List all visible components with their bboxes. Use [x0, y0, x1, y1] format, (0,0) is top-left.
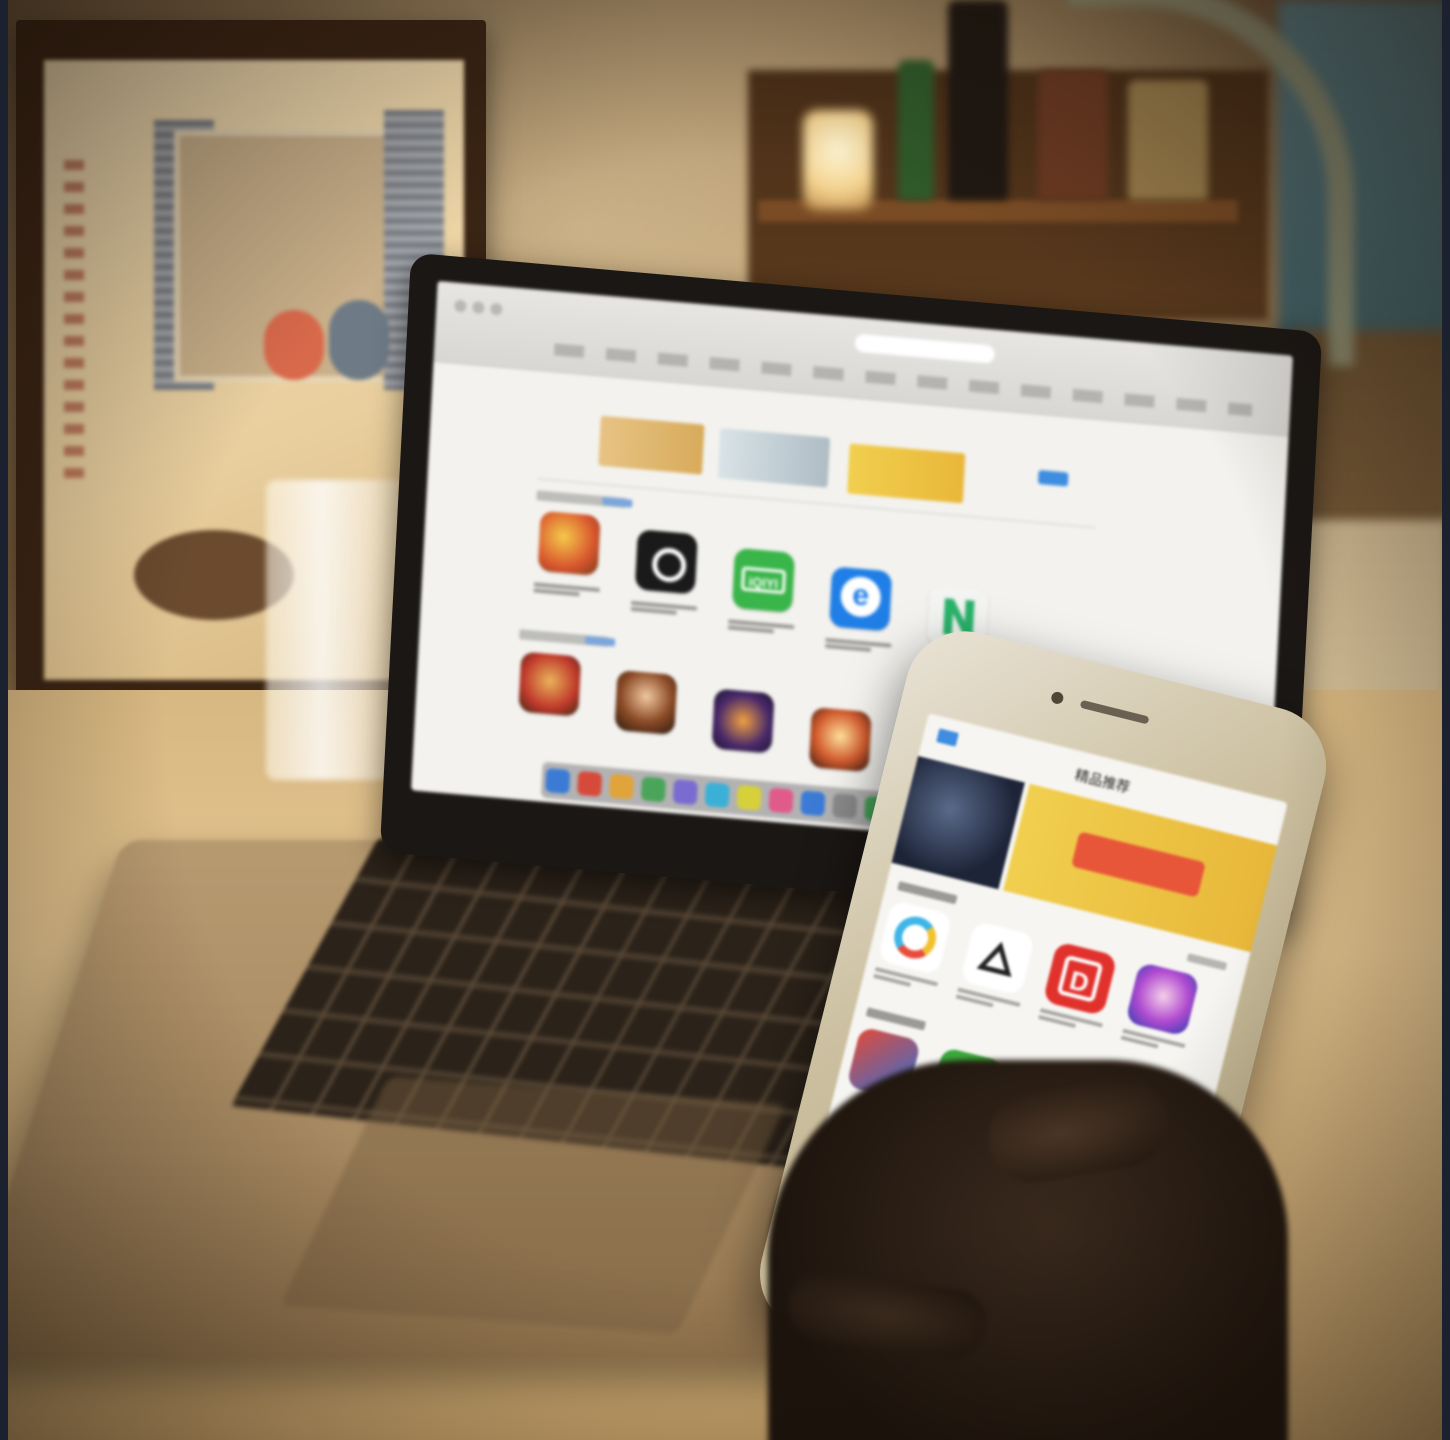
see-all-link[interactable] — [1186, 953, 1228, 971]
section-title — [865, 1007, 927, 1031]
game-icon[interactable] — [808, 706, 872, 773]
food-game-icon[interactable] — [537, 510, 601, 576]
dark-bottle — [948, 0, 1008, 200]
app-caption — [727, 617, 795, 639]
featured-banner-2[interactable] — [717, 428, 831, 488]
artwork-calligraphy — [64, 160, 84, 480]
section-title — [897, 881, 958, 905]
featured-banner-dark[interactable] — [891, 755, 1025, 890]
eleme-icon[interactable]: e — [829, 566, 893, 632]
artwork-figure-grey — [329, 300, 389, 380]
game-icon[interactable] — [518, 651, 582, 717]
d-logo-icon[interactable]: D — [1042, 941, 1118, 1017]
blue-button[interactable] — [1037, 469, 1069, 487]
game-icon[interactable] — [711, 688, 775, 754]
d-logo-text: D — [1056, 954, 1104, 1003]
green-bottle — [898, 60, 934, 200]
app-caption — [825, 636, 892, 658]
front-camera — [1050, 690, 1065, 706]
featured-banner-1[interactable] — [598, 415, 705, 475]
iqiyi-logo-text: iQIYI — [740, 566, 787, 595]
c-logo-icon[interactable] — [877, 900, 953, 976]
eleme-logo-text: e — [839, 575, 882, 619]
featured-banner-3[interactable] — [847, 443, 966, 504]
earpiece-speaker — [1079, 699, 1150, 725]
search-input[interactable] — [854, 333, 996, 364]
candle — [803, 110, 873, 210]
window-controls[interactable] — [454, 299, 514, 316]
triangle-logo-icon[interactable] — [960, 920, 1036, 996]
game-icon[interactable] — [614, 669, 678, 736]
photo-scene: iQIYI e 精品推荐 D — [8, 0, 1442, 1440]
app-caption — [533, 580, 600, 602]
face-game-icon[interactable] — [1124, 961, 1201, 1037]
artwork-figure-red — [264, 310, 324, 380]
iqiyi-icon[interactable]: iQIYI — [732, 547, 795, 613]
uber-icon[interactable] — [634, 529, 698, 595]
app-caption — [630, 599, 698, 621]
